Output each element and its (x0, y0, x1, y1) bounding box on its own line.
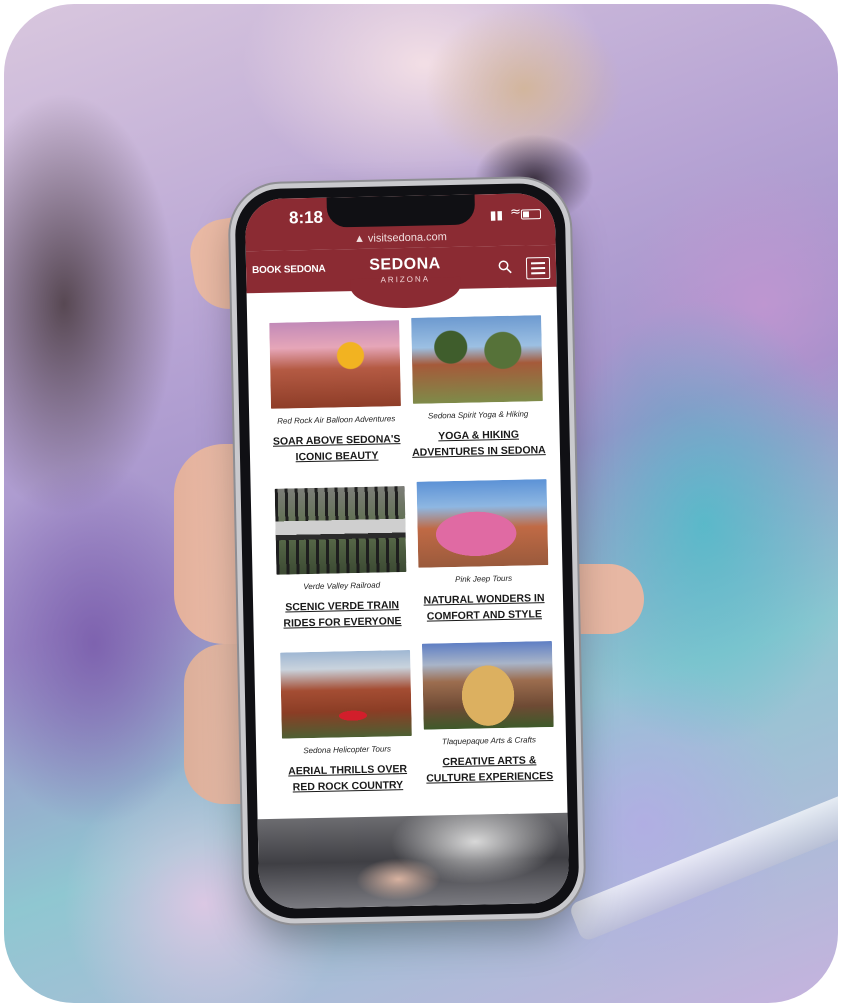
url-text: visitsedona.com (367, 231, 447, 245)
hamburger-menu-icon[interactable] (525, 256, 551, 280)
card-image[interactable] (411, 315, 543, 404)
card-headline[interactable]: AERIAL THRILLS OVER RED ROCK COUNTRY (280, 761, 415, 796)
card-caption: Verde Valley Railroad (303, 580, 381, 592)
card-image[interactable] (269, 320, 401, 409)
signal-icon: ▮▮ (489, 207, 504, 223)
card-headline[interactable]: SCENIC VERDE TRAIN RIDES FOR EVERYONE (275, 597, 410, 632)
status-time: 8:18 (288, 207, 324, 228)
sedona-logo[interactable]: SEDONA ARIZONA (360, 255, 451, 285)
brand-subtitle: ARIZONA (380, 274, 431, 285)
card-headline[interactable]: YOGA & HIKING ADVENTURES IN SEDONA (411, 426, 546, 461)
battery-icon (520, 209, 542, 220)
card-arts[interactable]: Tlaquepaque Arts & Crafts CREATIVE ARTS … (420, 640, 557, 787)
card-yoga[interactable]: Sedona Spirit Yoga & Hiking YOGA & HIKIN… (409, 315, 546, 461)
smartphone: 8:18 ▮▮ ≈ ▲ visitsedona.com BOOK SEDONA … (234, 182, 580, 920)
card-headline[interactable]: NATURAL WONDERS IN COMFORT AND STYLE (417, 590, 552, 625)
wifi-icon: ≈ (509, 204, 522, 220)
card-balloon[interactable]: Red Rock Air Balloon Adventures SOAR ABO… (267, 320, 404, 466)
card-caption: Tlaquepaque Arts & Crafts (441, 735, 537, 747)
hero-image-strip[interactable] (257, 812, 570, 910)
finger (564, 564, 644, 634)
card-train[interactable]: Verde Valley Railroad SCENIC VERDE TRAIN… (273, 486, 410, 632)
card-image[interactable] (274, 486, 407, 575)
card-image[interactable] (416, 479, 549, 568)
card-headline[interactable]: SOAR ABOVE SEDONA'S ICONIC BEAUTY (270, 431, 405, 466)
card-headline[interactable]: CREATIVE ARTS & CULTURE EXPERIENCES (422, 752, 557, 787)
book-sedona-link[interactable]: BOOK SEDONA (252, 264, 326, 277)
railing (568, 785, 838, 943)
notch (326, 194, 476, 228)
search-icon[interactable] (498, 260, 512, 274)
card-jeep[interactable]: Pink Jeep Tours NATURAL WONDERS IN COMFO… (415, 479, 552, 625)
card-caption: Red Rock Air Balloon Adventures (277, 414, 396, 426)
phone-screen: 8:18 ▮▮ ≈ ▲ visitsedona.com BOOK SEDONA … (244, 192, 570, 910)
brand-name: SEDONA (369, 255, 441, 274)
card-caption: Pink Jeep Tours (454, 573, 513, 584)
card-caption: Sedona Helicopter Tours (303, 744, 392, 756)
card-image[interactable] (280, 649, 412, 739)
card-image[interactable] (421, 640, 554, 730)
card-caption: Sedona Spirit Yoga & Hiking (427, 409, 529, 421)
lock-icon: ▲ (353, 232, 366, 246)
card-helicopter[interactable]: Sedona Helicopter Tours AERIAL THRILLS O… (278, 649, 415, 796)
